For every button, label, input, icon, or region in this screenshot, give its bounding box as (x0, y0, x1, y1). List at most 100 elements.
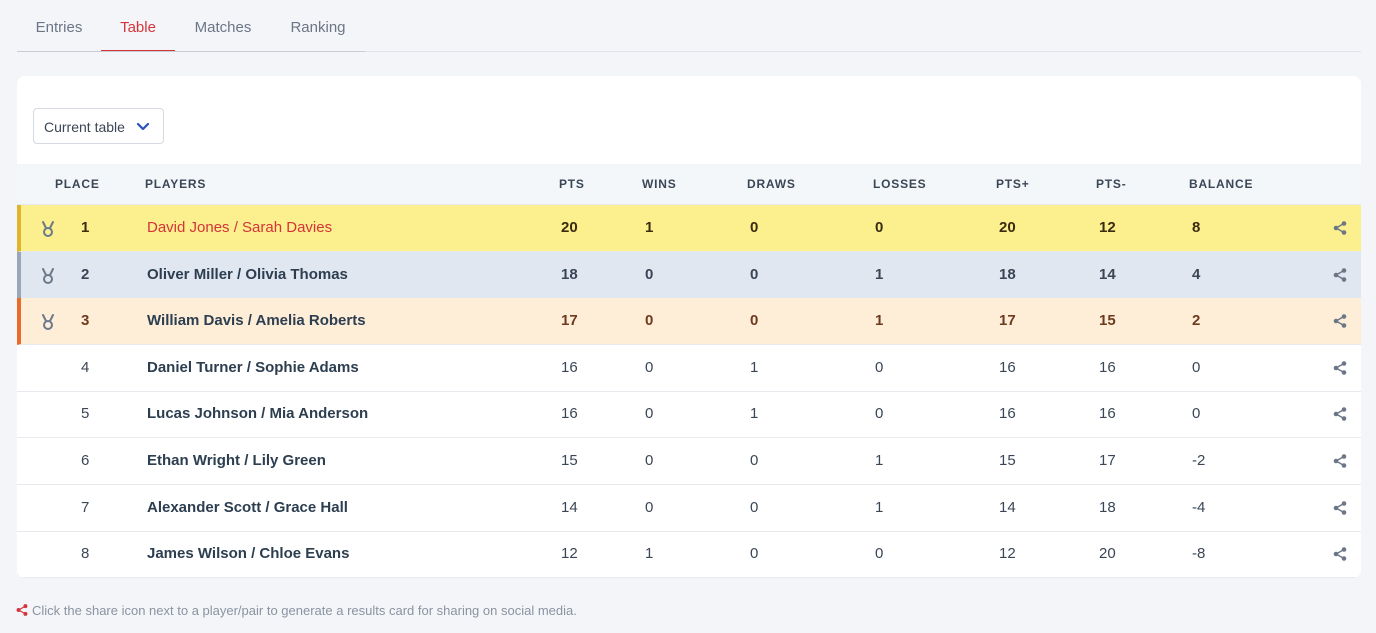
col-place[interactable]: PLACE (55, 164, 100, 205)
pts-minus-cell: 14 (1099, 265, 1116, 283)
place-cell: 8 (81, 545, 90, 563)
share-icon[interactable] (1333, 221, 1347, 235)
tab-ranking[interactable]: Ranking (271, 0, 365, 52)
players-cell: James Wilson / Chloe Evans (147, 545, 350, 563)
losses-cell: 1 (875, 452, 884, 469)
chevron-down-icon (136, 122, 150, 131)
losses-cell: 1 (875, 312, 884, 330)
wins-cell: 1 (645, 219, 654, 236)
col-pts-plus[interactable]: PTS+ (996, 164, 1030, 205)
col-pts[interactable]: PTS (559, 164, 585, 205)
tab-underline (17, 51, 365, 52)
pts-plus-cell: 15 (999, 452, 1016, 469)
losses-cell: 0 (875, 405, 884, 423)
share-icon[interactable] (1333, 360, 1347, 375)
col-pts-minus[interactable]: PTS- (1096, 164, 1127, 205)
col-balance[interactable]: BALANCE (1189, 164, 1253, 205)
place-cell: 6 (81, 452, 90, 469)
draws-cell: 0 (750, 265, 759, 283)
col-wins[interactable]: WINS (642, 164, 677, 205)
pts-cell: 17 (561, 312, 578, 330)
table-row: 6 Ethan Wright / Lily Green 15 0 0 1 15 … (17, 438, 1361, 485)
balance-cell: 2 (1192, 312, 1201, 330)
share-icon[interactable] (1333, 500, 1347, 515)
pts-plus-cell: 17 (999, 312, 1016, 330)
table-row: 7 Alexander Scott / Grace Hall 14 0 0 1 … (17, 485, 1361, 532)
share-icon (16, 604, 28, 616)
share-icon[interactable] (1333, 314, 1347, 328)
wins-cell: 0 (645, 405, 654, 423)
table-select[interactable]: Current table (33, 108, 164, 144)
pts-minus-cell: 20 (1099, 545, 1116, 563)
tab-matches[interactable]: Matches (175, 0, 271, 52)
col-players[interactable]: PLAYERS (145, 164, 206, 205)
players-cell: Alexander Scott / Grace Hall (147, 498, 348, 516)
pts-plus-cell: 20 (999, 219, 1016, 236)
share-hint: Click the share icon next to a player/pa… (16, 602, 577, 620)
share-icon[interactable] (1333, 547, 1347, 561)
col-losses[interactable]: LOSSES (873, 164, 926, 205)
pts-plus-cell: 14 (999, 498, 1016, 516)
pts-minus-cell: 16 (1099, 405, 1116, 423)
table-row: 3 William Davis / Amelia Roberts 17 0 0 … (17, 298, 1361, 346)
losses-cell: 0 (875, 219, 884, 236)
losses-cell: 1 (875, 265, 884, 283)
pts-minus-cell: 18 (1099, 498, 1116, 516)
wins-cell: 0 (645, 265, 654, 283)
draws-cell: 0 (750, 452, 759, 469)
players-cell: David Jones / Sarah Davies (147, 219, 333, 236)
players-cell: Daniel Turner / Sophie Adams (147, 358, 359, 376)
losses-cell: 0 (875, 358, 884, 376)
pts-minus-cell: 15 (1099, 312, 1116, 330)
pts-plus-cell: 16 (999, 358, 1016, 376)
pts-cell: 12 (561, 545, 578, 563)
players-cell: Ethan Wright / Lily Green (147, 452, 326, 469)
table-row: 8 James Wilson / Chloe Evans 12 1 0 0 12… (17, 531, 1361, 578)
place-cell: 1 (81, 219, 90, 236)
table-row: 2 Oliver Miller / Olivia Thomas 18 0 0 1… (17, 251, 1361, 299)
col-draws[interactable]: DRAWS (747, 164, 796, 205)
table-select-value: Current table (44, 119, 125, 135)
pts-plus-cell: 16 (999, 405, 1016, 423)
balance-cell: -2 (1192, 452, 1206, 469)
place-cell: 7 (81, 498, 90, 516)
share-hint-text: Click the share icon next to a player/pa… (32, 603, 577, 618)
wins-cell: 0 (645, 452, 654, 469)
medal-icon (42, 267, 54, 284)
balance-cell: -8 (1192, 545, 1206, 563)
balance-cell: 0 (1192, 405, 1201, 423)
pts-cell: 14 (561, 498, 578, 516)
pts-minus-cell: 17 (1099, 452, 1116, 469)
share-icon[interactable] (1333, 267, 1347, 282)
wins-cell: 0 (645, 358, 654, 376)
balance-cell: 0 (1192, 358, 1201, 376)
losses-cell: 1 (875, 498, 884, 516)
draws-cell: 0 (750, 219, 759, 236)
tab-entries[interactable]: Entries (17, 0, 101, 52)
medal-icon (42, 221, 54, 237)
medal-icon (42, 314, 54, 331)
balance-cell: 8 (1192, 219, 1201, 236)
draws-cell: 0 (750, 498, 759, 516)
share-icon[interactable] (1333, 454, 1347, 468)
pts-cell: 18 (561, 265, 578, 283)
pts-plus-cell: 18 (999, 265, 1016, 283)
pts-minus-cell: 16 (1099, 358, 1116, 376)
pts-minus-cell: 12 (1099, 219, 1116, 236)
place-cell: 2 (81, 265, 90, 283)
players-cell: Oliver Miller / Olivia Thomas (147, 265, 348, 283)
share-icon[interactable] (1333, 407, 1347, 422)
pts-plus-cell: 12 (999, 545, 1016, 563)
pts-cell: 20 (561, 219, 578, 236)
pts-cell: 15 (561, 452, 578, 469)
balance-cell: -4 (1192, 498, 1206, 516)
table-row: 4 Daniel Turner / Sophie Adams 16 0 1 0 … (17, 345, 1361, 392)
balance-cell: 4 (1192, 265, 1201, 283)
table-header: PLACE PLAYERS PTS WINS DRAWS LOSSES PTS+… (17, 164, 1361, 205)
table-row: 5 Lucas Johnson / Mia Anderson 16 0 1 0 … (17, 391, 1361, 439)
tab-table[interactable]: Table (101, 0, 175, 52)
place-cell: 5 (81, 405, 90, 423)
table-row: 1 David Jones / Sarah Davies 20 1 0 0 20… (17, 205, 1361, 252)
wins-cell: 0 (645, 312, 654, 330)
draws-cell: 1 (750, 405, 759, 423)
